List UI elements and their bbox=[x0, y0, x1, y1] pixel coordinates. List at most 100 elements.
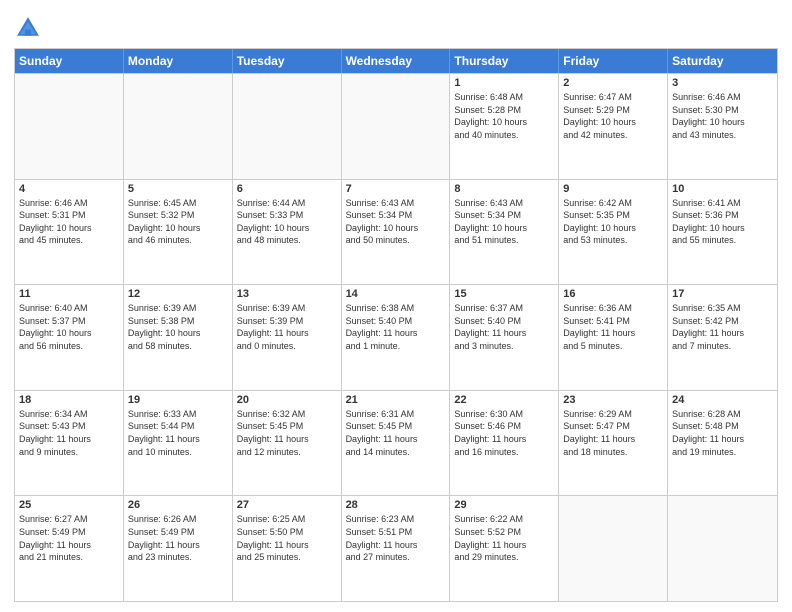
cell-info: Sunrise: 6:42 AM Sunset: 5:35 PM Dayligh… bbox=[563, 197, 663, 247]
calendar-week-row: 1Sunrise: 6:48 AM Sunset: 5:28 PM Daylig… bbox=[15, 73, 777, 179]
day-number: 2 bbox=[563, 77, 663, 89]
calendar-cell bbox=[15, 74, 124, 179]
cell-info: Sunrise: 6:45 AM Sunset: 5:32 PM Dayligh… bbox=[128, 197, 228, 247]
cell-info: Sunrise: 6:46 AM Sunset: 5:31 PM Dayligh… bbox=[19, 197, 119, 247]
calendar-cell: 6Sunrise: 6:44 AM Sunset: 5:33 PM Daylig… bbox=[233, 180, 342, 285]
day-number: 25 bbox=[19, 499, 119, 511]
calendar-header-cell: Monday bbox=[124, 49, 233, 73]
cell-info: Sunrise: 6:41 AM Sunset: 5:36 PM Dayligh… bbox=[672, 197, 773, 247]
calendar-cell: 26 Sunrise: 6:26 AM Sunset: 5:49 PM Dayli… bbox=[124, 496, 233, 601]
calendar-cell: 2 Sunrise: 6:47 AM Sunset: 5:29 PM Daylig… bbox=[559, 74, 668, 179]
day-number: 27 bbox=[237, 499, 337, 511]
calendar-cell bbox=[342, 74, 451, 179]
logo bbox=[14, 14, 44, 42]
cell-info: Sunrise: 6:34 AM Sunset: 5:43 PM Dayligh… bbox=[19, 408, 119, 458]
calendar-header-cell: Saturday bbox=[668, 49, 777, 73]
cell-info: Sunrise: 6:43 AM Sunset: 5:34 PM Dayligh… bbox=[346, 197, 446, 247]
calendar-cell: 10 Sunrise: 6:41 AM Sunset: 5:36 PM Dayli… bbox=[668, 180, 777, 285]
calendar-header-cell: Tuesday bbox=[233, 49, 342, 73]
calendar-cell: 8Sunrise: 6:43 AM Sunset: 5:34 PM Daylig… bbox=[450, 180, 559, 285]
calendar-cell bbox=[668, 496, 777, 601]
calendar-header-cell: Friday bbox=[559, 49, 668, 73]
logo-icon bbox=[14, 14, 42, 42]
cell-info: Sunrise: 6:23 AM Sunset: 5:51 PM Dayligh… bbox=[346, 513, 446, 563]
cell-info: Sunrise: 6:29 AM Sunset: 5:47 PM Dayligh… bbox=[563, 408, 663, 458]
calendar-cell bbox=[124, 74, 233, 179]
calendar-cell: 19 Sunrise: 6:33 AM Sunset: 5:44 PM Dayli… bbox=[124, 391, 233, 496]
calendar-cell bbox=[233, 74, 342, 179]
cell-info: Sunrise: 6:32 AM Sunset: 5:45 PM Dayligh… bbox=[237, 408, 337, 458]
day-number: 10 bbox=[672, 183, 773, 195]
day-number: 15 bbox=[454, 288, 554, 300]
calendar-cell bbox=[559, 496, 668, 601]
calendar-cell: 11Sunrise: 6:40 AM Sunset: 5:37 PM Dayli… bbox=[15, 285, 124, 390]
cell-info: Sunrise: 6:38 AM Sunset: 5:40 PM Dayligh… bbox=[346, 302, 446, 352]
day-number: 17 bbox=[672, 288, 773, 300]
page: SundayMondayTuesdayWednesdayThursdayFrid… bbox=[0, 0, 792, 612]
calendar-cell: 4 Sunrise: 6:46 AM Sunset: 5:31 PM Daylig… bbox=[15, 180, 124, 285]
day-number: 18 bbox=[19, 394, 119, 406]
day-number: 5 bbox=[128, 183, 228, 195]
calendar-week-row: 4 Sunrise: 6:46 AM Sunset: 5:31 PM Daylig… bbox=[15, 179, 777, 285]
cell-info: Sunrise: 6:40 AM Sunset: 5:37 PM Dayligh… bbox=[19, 302, 119, 352]
day-number: 23 bbox=[563, 394, 663, 406]
calendar-cell: 1Sunrise: 6:48 AM Sunset: 5:28 PM Daylig… bbox=[450, 74, 559, 179]
day-number: 20 bbox=[237, 394, 337, 406]
calendar-week-row: 18 Sunrise: 6:34 AM Sunset: 5:43 PM Dayli… bbox=[15, 390, 777, 496]
day-number: 29 bbox=[454, 499, 554, 511]
calendar-cell: 24Sunrise: 6:28 AM Sunset: 5:48 PM Dayli… bbox=[668, 391, 777, 496]
calendar-cell: 22 Sunrise: 6:30 AM Sunset: 5:46 PM Dayli… bbox=[450, 391, 559, 496]
calendar-cell: 29 Sunrise: 6:22 AM Sunset: 5:52 PM Dayli… bbox=[450, 496, 559, 601]
day-number: 19 bbox=[128, 394, 228, 406]
cell-info: Sunrise: 6:22 AM Sunset: 5:52 PM Dayligh… bbox=[454, 513, 554, 563]
calendar-cell: 13 Sunrise: 6:39 AM Sunset: 5:39 PM Dayli… bbox=[233, 285, 342, 390]
cell-info: Sunrise: 6:26 AM Sunset: 5:49 PM Dayligh… bbox=[128, 513, 228, 563]
day-number: 21 bbox=[346, 394, 446, 406]
calendar-cell: 16 Sunrise: 6:36 AM Sunset: 5:41 PM Dayli… bbox=[559, 285, 668, 390]
day-number: 26 bbox=[128, 499, 228, 511]
cell-info: Sunrise: 6:25 AM Sunset: 5:50 PM Dayligh… bbox=[237, 513, 337, 563]
cell-info: Sunrise: 6:46 AM Sunset: 5:30 PM Dayligh… bbox=[672, 91, 773, 141]
calendar-week-row: 25 Sunrise: 6:27 AM Sunset: 5:49 PM Dayli… bbox=[15, 495, 777, 601]
day-number: 8 bbox=[454, 183, 554, 195]
calendar-header-row: SundayMondayTuesdayWednesdayThursdayFrid… bbox=[15, 49, 777, 73]
day-number: 16 bbox=[563, 288, 663, 300]
calendar-body: 1Sunrise: 6:48 AM Sunset: 5:28 PM Daylig… bbox=[15, 73, 777, 601]
calendar-cell: 3 Sunrise: 6:46 AM Sunset: 5:30 PM Daylig… bbox=[668, 74, 777, 179]
calendar-cell: 14 Sunrise: 6:38 AM Sunset: 5:40 PM Dayli… bbox=[342, 285, 451, 390]
header bbox=[14, 10, 778, 42]
day-number: 9 bbox=[563, 183, 663, 195]
day-number: 3 bbox=[672, 77, 773, 89]
calendar-cell: 27 Sunrise: 6:25 AM Sunset: 5:50 PM Dayli… bbox=[233, 496, 342, 601]
calendar-cell: 28Sunrise: 6:23 AM Sunset: 5:51 PM Dayli… bbox=[342, 496, 451, 601]
calendar-header-cell: Wednesday bbox=[342, 49, 451, 73]
cell-info: Sunrise: 6:27 AM Sunset: 5:49 PM Dayligh… bbox=[19, 513, 119, 563]
calendar-cell: 18 Sunrise: 6:34 AM Sunset: 5:43 PM Dayli… bbox=[15, 391, 124, 496]
cell-info: Sunrise: 6:37 AM Sunset: 5:40 PM Dayligh… bbox=[454, 302, 554, 352]
day-number: 6 bbox=[237, 183, 337, 195]
cell-info: Sunrise: 6:39 AM Sunset: 5:39 PM Dayligh… bbox=[237, 302, 337, 352]
cell-info: Sunrise: 6:33 AM Sunset: 5:44 PM Dayligh… bbox=[128, 408, 228, 458]
calendar-cell: 20 Sunrise: 6:32 AM Sunset: 5:45 PM Dayli… bbox=[233, 391, 342, 496]
calendar-header-cell: Sunday bbox=[15, 49, 124, 73]
cell-info: Sunrise: 6:30 AM Sunset: 5:46 PM Dayligh… bbox=[454, 408, 554, 458]
day-number: 4 bbox=[19, 183, 119, 195]
day-number: 14 bbox=[346, 288, 446, 300]
calendar-header-cell: Thursday bbox=[450, 49, 559, 73]
calendar-cell: 5 Sunrise: 6:45 AM Sunset: 5:32 PM Daylig… bbox=[124, 180, 233, 285]
calendar-cell: 23 Sunrise: 6:29 AM Sunset: 5:47 PM Dayli… bbox=[559, 391, 668, 496]
cell-info: Sunrise: 6:31 AM Sunset: 5:45 PM Dayligh… bbox=[346, 408, 446, 458]
cell-info: Sunrise: 6:36 AM Sunset: 5:41 PM Dayligh… bbox=[563, 302, 663, 352]
cell-info: Sunrise: 6:35 AM Sunset: 5:42 PM Dayligh… bbox=[672, 302, 773, 352]
cell-info: Sunrise: 6:47 AM Sunset: 5:29 PM Dayligh… bbox=[563, 91, 663, 141]
day-number: 13 bbox=[237, 288, 337, 300]
day-number: 12 bbox=[128, 288, 228, 300]
calendar-cell: 7Sunrise: 6:43 AM Sunset: 5:34 PM Daylig… bbox=[342, 180, 451, 285]
calendar-cell: 25 Sunrise: 6:27 AM Sunset: 5:49 PM Dayli… bbox=[15, 496, 124, 601]
cell-info: Sunrise: 6:28 AM Sunset: 5:48 PM Dayligh… bbox=[672, 408, 773, 458]
day-number: 22 bbox=[454, 394, 554, 406]
calendar-cell: 9 Sunrise: 6:42 AM Sunset: 5:35 PM Daylig… bbox=[559, 180, 668, 285]
calendar-cell: 21 Sunrise: 6:31 AM Sunset: 5:45 PM Dayli… bbox=[342, 391, 451, 496]
cell-info: Sunrise: 6:39 AM Sunset: 5:38 PM Dayligh… bbox=[128, 302, 228, 352]
cell-info: Sunrise: 6:48 AM Sunset: 5:28 PM Dayligh… bbox=[454, 91, 554, 141]
